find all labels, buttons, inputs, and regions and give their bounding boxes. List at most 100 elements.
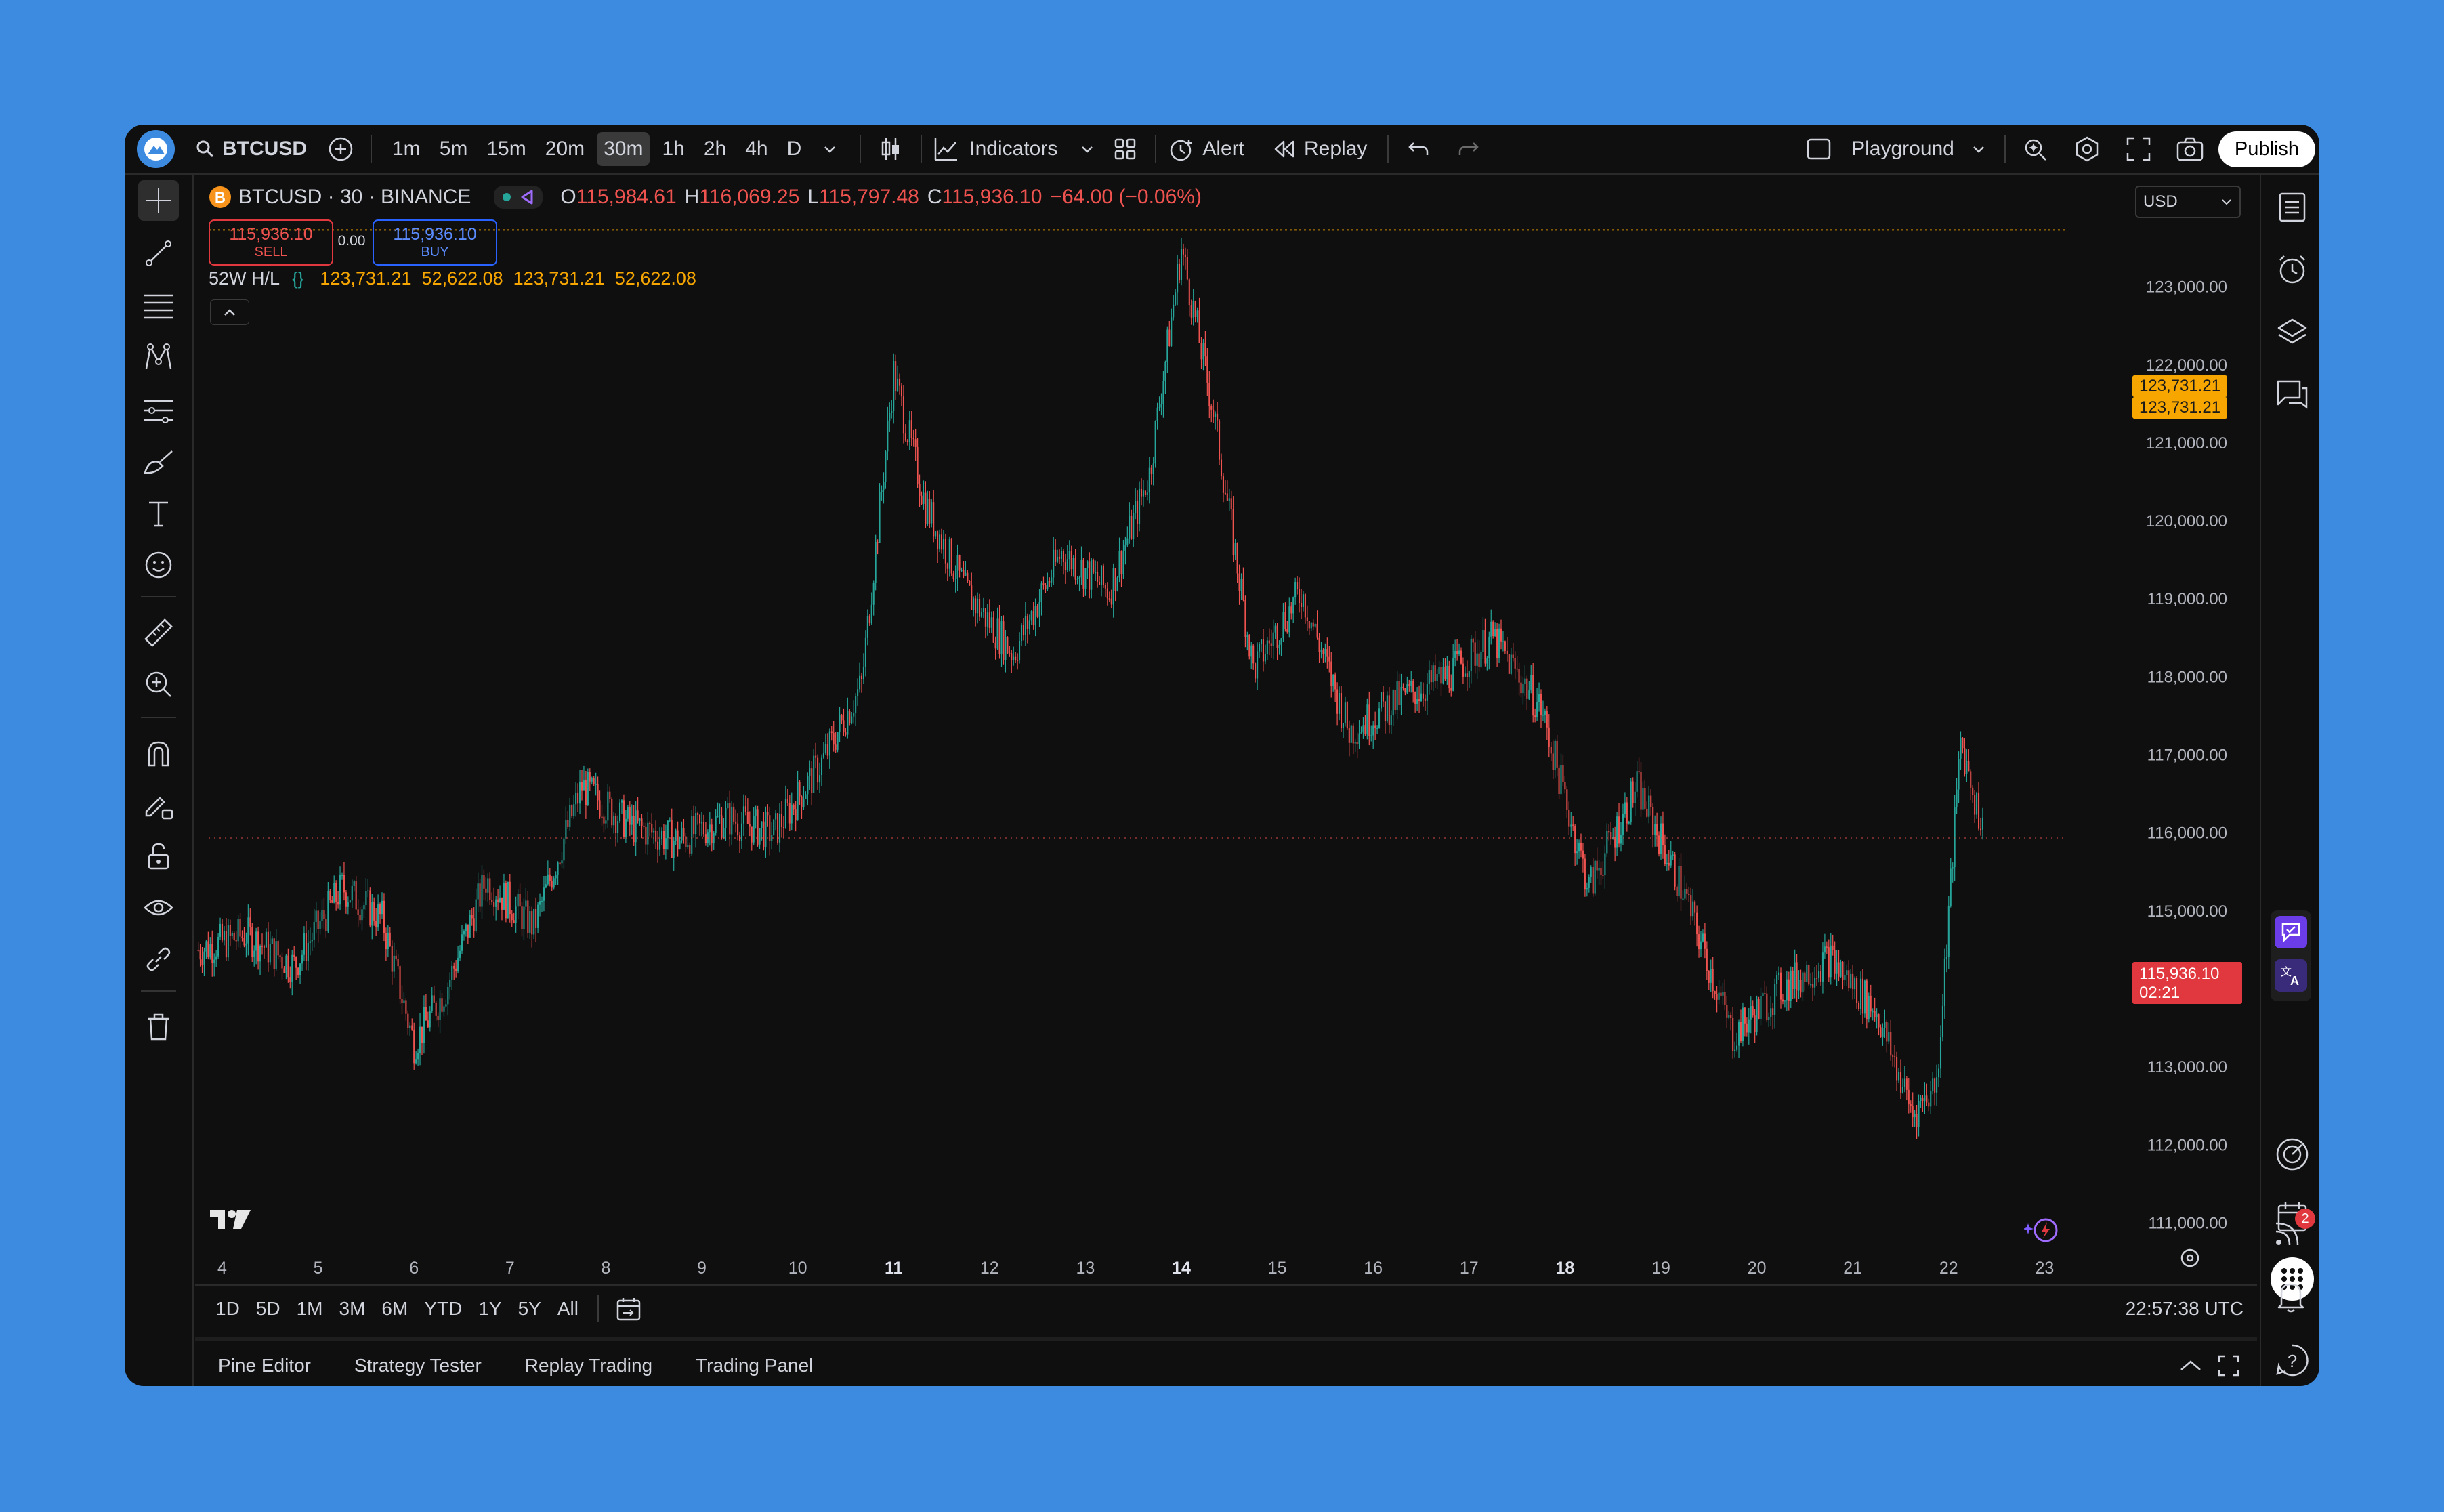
- range-1d[interactable]: 1D: [215, 1298, 240, 1320]
- range-1y[interactable]: 1Y: [478, 1298, 501, 1320]
- collapse-legend-button[interactable]: [210, 299, 249, 325]
- chart-pane[interactable]: 123,000.00 122,000.00 121,000.00 120,000.00…: [195, 176, 2257, 1283]
- tab-strategy-tester[interactable]: Strategy Tester: [354, 1355, 482, 1377]
- maximize-panel-button[interactable]: [2210, 1347, 2248, 1385]
- news-feed-button[interactable]: 2: [2273, 1209, 2315, 1248]
- timeframe-30m[interactable]: 30m: [597, 132, 650, 166]
- go-to-date-button[interactable]: [610, 1290, 648, 1328]
- brush-tool[interactable]: [138, 442, 179, 482]
- chart-type-button[interactable]: [872, 130, 910, 168]
- watchlist-button[interactable]: [2275, 190, 2310, 225]
- compare-symbol-button[interactable]: [322, 130, 360, 168]
- utc-clock[interactable]: 22:57:38 UTC: [2126, 1298, 2243, 1320]
- range-all[interactable]: All: [557, 1298, 578, 1320]
- settings-button[interactable]: [2068, 130, 2106, 168]
- extension-button-1[interactable]: [2275, 916, 2307, 948]
- ideas-button[interactable]: [2275, 1137, 2310, 1172]
- indicators-button[interactable]: Indicators: [933, 125, 1057, 173]
- candle-body: [371, 902, 373, 926]
- redo-button[interactable]: [1450, 130, 1488, 168]
- tab-replay-trading[interactable]: Replay Trading: [525, 1355, 652, 1377]
- timeframe-4h[interactable]: 4h: [738, 132, 774, 166]
- alerts-panel-button[interactable]: [2275, 252, 2310, 287]
- magnet-tool[interactable]: [138, 733, 179, 774]
- zoom-tool[interactable]: [138, 664, 179, 705]
- expand-panel-button[interactable]: [2172, 1347, 2210, 1385]
- tab-trading-panel[interactable]: Trading Panel: [696, 1355, 813, 1377]
- candle-body: [1899, 1072, 1902, 1093]
- range-ytd[interactable]: YTD: [424, 1298, 462, 1320]
- timeframe-d[interactable]: D: [780, 132, 809, 166]
- timeframe-2h[interactable]: 2h: [697, 132, 733, 166]
- object-tree-button[interactable]: [2275, 314, 2310, 350]
- symbol-search[interactable]: BTCUSD: [195, 125, 307, 173]
- alert-button[interactable]: Alert: [1167, 125, 1244, 173]
- candle-body: [1112, 568, 1114, 605]
- candle-body: [925, 492, 927, 524]
- user-avatar[interactable]: [137, 130, 175, 168]
- candle-body: [1454, 651, 1456, 658]
- range-5y[interactable]: 5Y: [518, 1298, 541, 1320]
- candle-body: [1328, 656, 1330, 662]
- notifications-button[interactable]: [2275, 1279, 2307, 1314]
- timeframe-20m[interactable]: 20m: [539, 132, 591, 166]
- currency-select[interactable]: USD: [2135, 186, 2241, 218]
- forecast-tool[interactable]: [138, 390, 179, 431]
- hide-drawings-tool[interactable]: [138, 887, 179, 928]
- timeframe-1h[interactable]: 1h: [655, 132, 691, 166]
- indicator-name[interactable]: 52W H/L: [209, 268, 280, 289]
- quick-search-button[interactable]: [2017, 130, 2055, 168]
- sync-drawings-tool[interactable]: [138, 939, 179, 980]
- candle-body: [817, 757, 819, 783]
- translate-button[interactable]: 文A: [2275, 959, 2307, 992]
- tab-pine-editor[interactable]: Pine Editor: [218, 1355, 311, 1377]
- candle-body: [963, 570, 965, 576]
- timeframe-dropdown[interactable]: [811, 130, 849, 168]
- snapshot-button[interactable]: [2171, 130, 2209, 168]
- eye-icon: [144, 900, 173, 916]
- publish-button[interactable]: Publish: [2218, 131, 2315, 167]
- candle-body: [243, 938, 245, 946]
- candle-body: [1884, 1021, 1886, 1028]
- lock-drawings-tool[interactable]: [138, 836, 179, 877]
- candle-body: [1154, 421, 1156, 464]
- remove-drawings-tool[interactable]: [138, 1007, 179, 1047]
- range-3m[interactable]: 3M: [339, 1298, 366, 1320]
- range-1m[interactable]: 1M: [297, 1298, 323, 1320]
- text-tool[interactable]: [138, 493, 179, 534]
- sell-button[interactable]: 115,936.10 SELL: [209, 219, 333, 266]
- fib-tool[interactable]: [138, 286, 179, 327]
- chats-button[interactable]: [2275, 377, 2310, 412]
- undo-button[interactable]: [1399, 130, 1437, 168]
- replay-button[interactable]: Replay: [1271, 125, 1367, 173]
- candle-body: [1292, 597, 1294, 614]
- measure-tool[interactable]: [138, 612, 179, 653]
- timeframe-5m[interactable]: 5m: [433, 132, 475, 166]
- market-status[interactable]: [494, 186, 543, 209]
- pattern-tool[interactable]: [138, 337, 179, 378]
- candle-body: [1856, 978, 1858, 1003]
- drawing-mode-tool[interactable]: [138, 784, 179, 825]
- symbol-title[interactable]: BTCUSD · 30 · BINANCE: [238, 186, 471, 209]
- buy-button[interactable]: 115,936.10 BUY: [373, 219, 497, 266]
- fullscreen-button[interactable]: [2120, 130, 2157, 168]
- emoji-tool[interactable]: [138, 545, 179, 585]
- maximize-icon: [2218, 1355, 2239, 1377]
- templates-button[interactable]: [1106, 130, 1144, 168]
- range-5d[interactable]: 5D: [256, 1298, 280, 1320]
- ai-assistant-button[interactable]: [2023, 1214, 2065, 1247]
- crosshair-tool[interactable]: [138, 180, 179, 221]
- layout-selector[interactable]: Playground: [1805, 125, 1987, 173]
- candle-body: [653, 830, 655, 833]
- timeframe-15m[interactable]: 15m: [480, 132, 532, 166]
- timeframe-1m[interactable]: 1m: [385, 132, 427, 166]
- scale-settings-button[interactable]: [2178, 1246, 2201, 1273]
- range-6m[interactable]: 6M: [381, 1298, 408, 1320]
- tradingview-logo[interactable]: [209, 1206, 252, 1236]
- candle-body: [1882, 1028, 1884, 1038]
- trend-line-tool[interactable]: [138, 233, 179, 274]
- indicators-dropdown[interactable]: [1068, 130, 1106, 168]
- help-button[interactable]: ?: [2273, 1341, 2311, 1379]
- low-value: 115,797.48: [818, 186, 919, 208]
- candle-body: [1634, 791, 1636, 803]
